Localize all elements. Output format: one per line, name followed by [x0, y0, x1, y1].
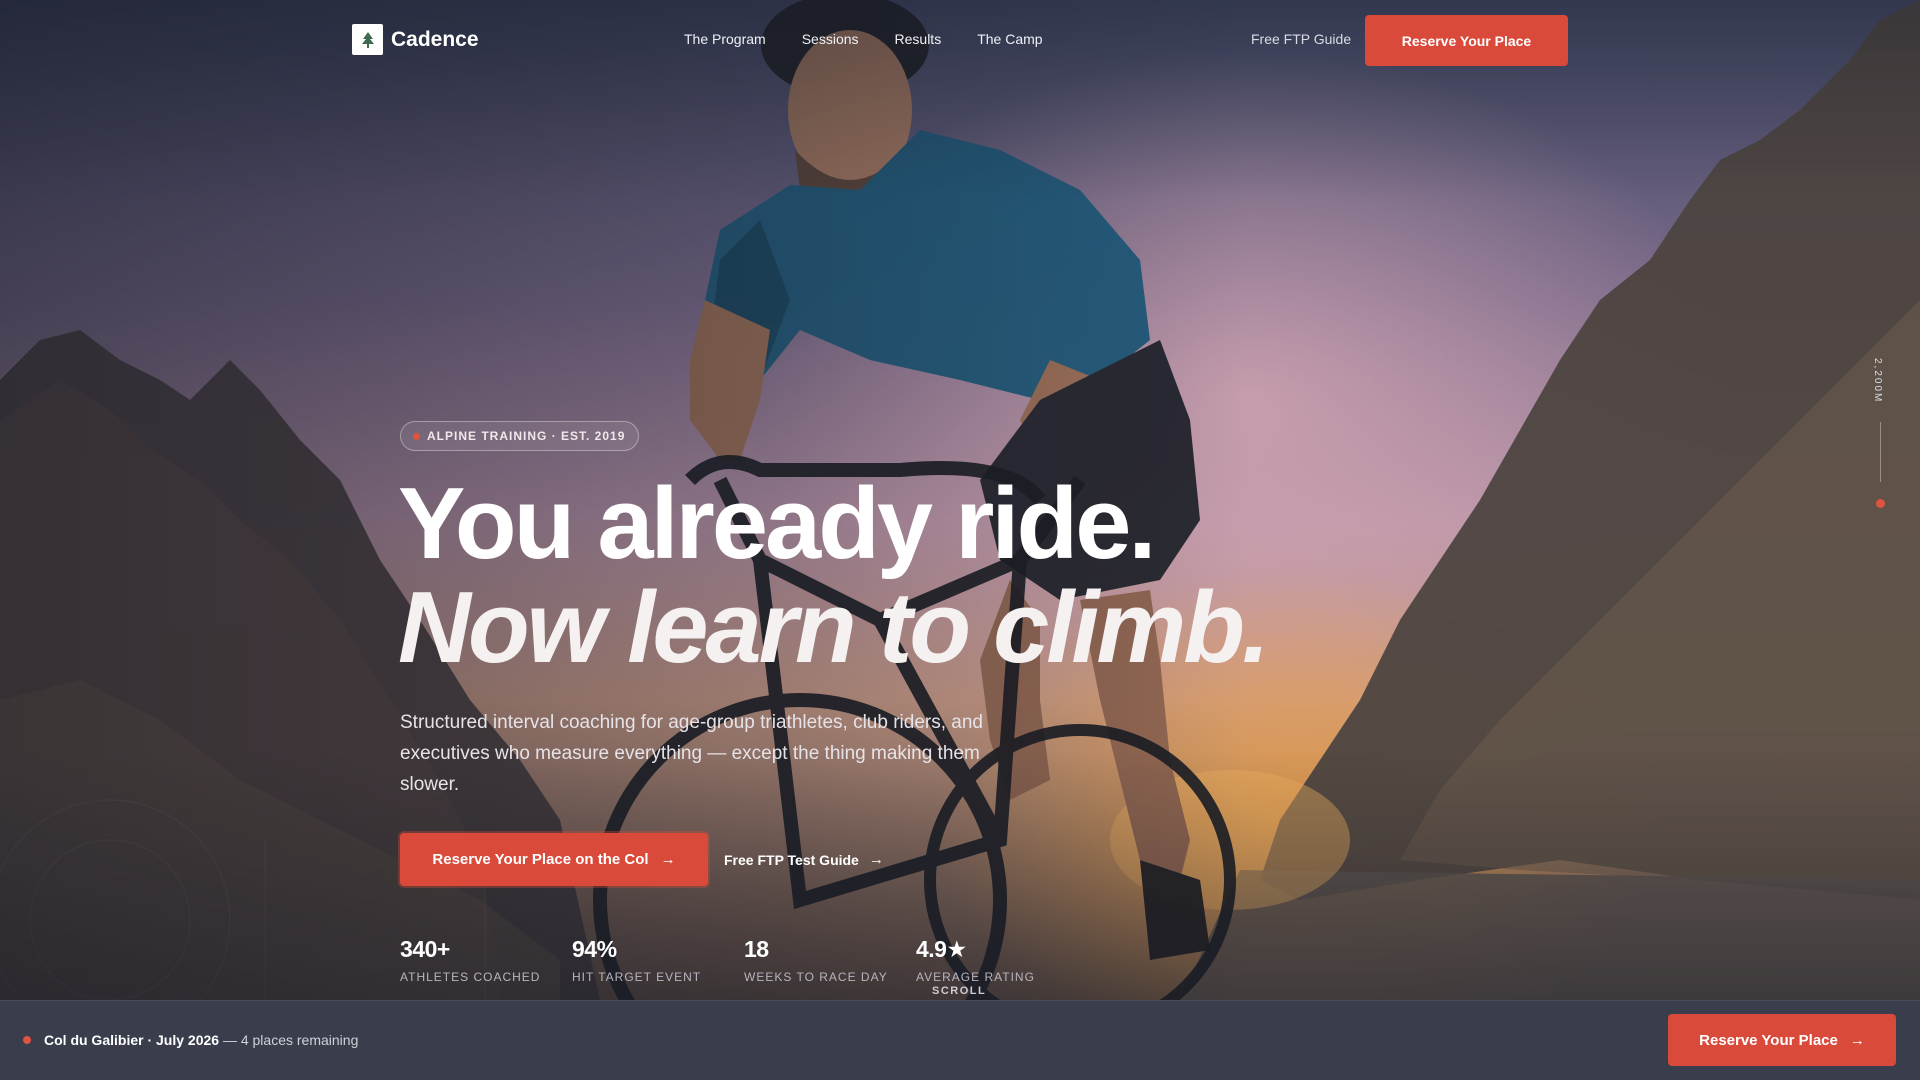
nav-link-sessions[interactable]: Sessions [802, 31, 859, 47]
booking-bar-text: Col du Galibier · July 2026 — 4 places r… [44, 1032, 358, 1048]
hero-reserve-label: Reserve Your Place on the Col [432, 851, 649, 868]
stat-value: 18 [744, 936, 769, 962]
hero-ftp-guide-link[interactable]: Free FTP Test Guide → [724, 851, 884, 868]
hero-headline-line1: You already ride. [398, 468, 1156, 580]
nav-free-ftp-guide-link[interactable]: Free FTP Guide [1251, 31, 1351, 47]
stat-athletes: 340+ ATHLETES COACHED [400, 936, 572, 984]
top-navigation: Cadence The Program Sessions Results The… [0, 0, 1920, 80]
status-dot-icon [413, 432, 420, 440]
stat-rating: 4.9★ AVERAGE RATING [916, 936, 1088, 984]
stat-label: ATHLETES COACHED [400, 970, 541, 984]
stat-label: HIT TARGET EVENT [572, 970, 702, 984]
booking-event: Col du Galibier · July 2026 [44, 1032, 220, 1048]
altitude-rail [1880, 422, 1881, 482]
nav-link-program[interactable]: The Program [684, 31, 766, 47]
stat-label: WEEKS TO RACE DAY [744, 970, 888, 984]
arrow-right-icon: → [1849, 1031, 1865, 1049]
status-dot-icon [23, 1036, 31, 1044]
nav-link-results[interactable]: Results [895, 31, 942, 47]
stat-value: 94% [572, 936, 617, 962]
main-menu: The Program Sessions Results The Camp [684, 31, 1043, 47]
hero-ftp-guide-label: Free FTP Test Guide [724, 851, 859, 868]
hero-subcopy: Structured interval coaching for age-gro… [400, 712, 983, 795]
stat-weeks: 18 WEEKS TO RACE DAY [744, 936, 916, 984]
hero-badge: ALPINE TRAINING · EST. 2019 [400, 421, 640, 451]
stats-row: 340+ ATHLETES COACHED 94% HIT TARGET EVE… [400, 936, 1088, 984]
hero-badge-label: ALPINE TRAINING · EST. 2019 [427, 429, 626, 443]
tree-icon [352, 24, 383, 55]
stat-target: 94% HIT TARGET EVENT [572, 936, 744, 984]
nav-link-camp[interactable]: The Camp [977, 31, 1042, 47]
stat-value: 340+ [400, 936, 450, 962]
scroll-indicator[interactable]: SCROLL [932, 985, 986, 997]
hero-reserve-button[interactable]: Reserve Your Place on the Col → [400, 833, 708, 886]
stat-value: 4.9★ [916, 936, 967, 962]
hero-headline-line2: Now learn to climb. [398, 572, 1270, 684]
booking-availability: — 4 places remaining [222, 1032, 359, 1048]
booking-bar-reserve-button[interactable]: Reserve Your Place → [1668, 1014, 1896, 1066]
brand-name: Cadence [391, 27, 479, 51]
booking-bar-reserve-label: Reserve Your Place [1699, 1031, 1838, 1049]
nav-reserve-button[interactable]: Reserve Your Place [1365, 15, 1568, 66]
arrow-right-icon: → [868, 851, 884, 868]
altitude-marker-dot [1876, 499, 1885, 508]
altitude-label: 2,200M [1872, 358, 1883, 404]
brand-logo[interactable]: Cadence [352, 24, 479, 55]
arrow-right-icon: → [660, 851, 676, 868]
stat-label: AVERAGE RATING [916, 970, 1035, 984]
